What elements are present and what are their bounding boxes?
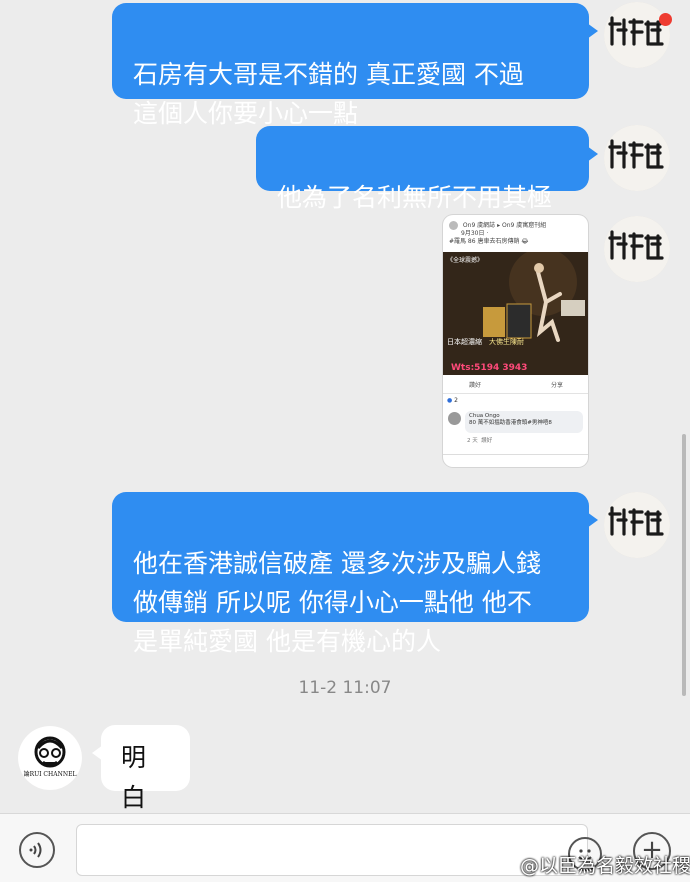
message-text: 石房有大哥是不錯的 真正愛國 不過 這個人你要小心一點 [133,60,524,128]
banner-phone: Wts:5194 3943 [451,363,527,373]
ad-banner-image: 《全球震撼》 日本超濃縮 大佛生陳耐 Wts:5194 3943 [443,252,588,375]
chat-area[interactable]: 石房有大哥是不錯的 真正愛國 不過 這個人你要小心一點 他為了名利無所不用其極 … [0,0,690,813]
reaction-count: ● 2 [447,397,458,404]
outgoing-message[interactable]: 他為了名利無所不用其極 [256,126,598,212]
message-timestamp: 11-2 11:07 [298,678,392,698]
commenter-avatar-icon [448,412,461,425]
incoming-message[interactable]: 明白 [92,725,190,812]
calligraphy-avatar-icon [604,2,670,68]
scrollbar[interactable] [682,434,686,696]
message-input[interactable] [76,824,588,876]
outgoing-message[interactable]: 他在香港誠信破產 還多次涉及騙人錢 做傳銷 所以呢 你得小心一點他 他不 是單純… [112,492,598,656]
banner-tag: 《全球震撼》 [447,256,483,264]
fb-tab-bar [443,454,588,467]
message-text: 明白 [121,743,147,812]
comment-meta: 2 天 讚好 [467,438,493,444]
outgoing-message[interactable]: 石房有大哥是不錯的 真正愛國 不過 這個人你要小心一點 [112,3,598,128]
calligraphy-avatar-icon [604,216,670,282]
voice-icon [29,842,42,858]
contact-logo-icon: 論RUI CHANNEL [18,726,82,790]
sender-avatar[interactable] [604,216,670,282]
voice-button[interactable] [19,832,55,868]
message-text: 他在香港誠信破產 還多次涉及騙人錢 做傳銷 所以呢 你得小心一點他 他不 是單純… [133,549,541,656]
post-header: On9 虞網誌 ▸ On9 虞寓窟刊組 9月30日 · #羅馬 86 唐車去石房… [449,221,547,245]
post-actions: 讚好 分享 [443,375,588,394]
calligraphy-avatar-icon [604,125,670,191]
sender-avatar[interactable] [604,125,670,191]
calligraphy-avatar-icon [604,492,670,558]
contact-avatar[interactable]: 論RUI CHANNEL [18,726,82,790]
banner-text: 大佛生陳耐 [489,337,524,346]
sender-avatar[interactable] [604,492,670,558]
sender-avatar[interactable] [604,2,670,68]
watermark: @以臣為名毅效社稷 [520,855,690,877]
avatar-brand: 論RUI CHANNEL [24,770,77,778]
post-comment: Chua Ongo 80 萬不如搵助香港食頭#男神唔8 [465,411,583,433]
page-avatar-icon [449,221,458,230]
notification-dot [659,13,672,26]
banner-text: 日本超濃縮 [447,337,482,346]
shared-post-image[interactable]: On9 虞網誌 ▸ On9 虞寓窟刊組 9月30日 · #羅馬 86 唐車去石房… [443,215,588,467]
message-text: 他為了名利無所不用其極 [277,183,553,212]
